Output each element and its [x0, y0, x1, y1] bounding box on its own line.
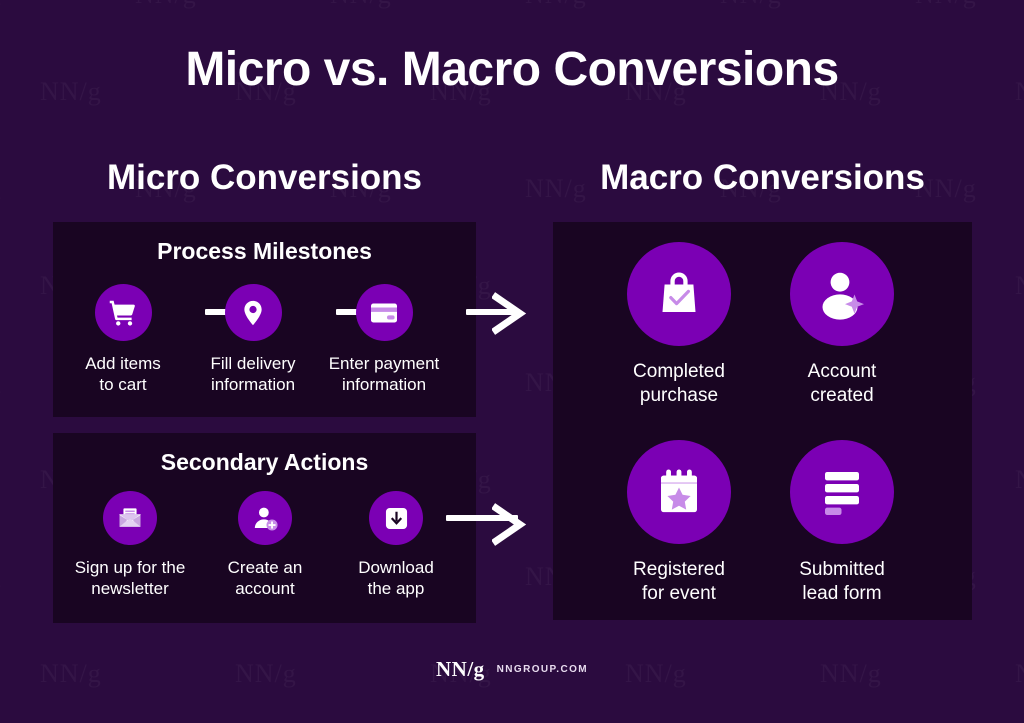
macro-icon-badge — [790, 242, 894, 346]
step-add-items-to-cart: Add items to cart — [58, 284, 188, 396]
macro-icon-badge — [627, 440, 731, 544]
macro-item-submitted-lead-form: Submitted lead form — [757, 440, 927, 607]
step-sign-up-newsletter: Sign up for the newsletter — [65, 491, 195, 600]
user-sparkle-icon — [822, 272, 864, 320]
user-add-icon — [254, 507, 278, 531]
macro-conversions-panel: Completed purchase Account created Regis… — [553, 222, 972, 620]
macro-item-completed-purchase: Completed purchase — [594, 242, 764, 409]
shopping-bag-check-icon — [662, 272, 696, 312]
macro-label: Account created — [807, 361, 877, 407]
macro-icon-badge — [627, 242, 731, 346]
step-icon-badge — [238, 491, 292, 545]
step-label: Add items to cart — [85, 354, 161, 395]
step-icon-badge — [103, 491, 157, 545]
macro-conversions-heading: Macro Conversions — [600, 158, 925, 197]
nng-logo: NN/g — [435, 657, 485, 681]
footer: NN/g NNGROUP.COM — [0, 657, 1024, 682]
step-download-the-app: Download the app — [331, 491, 461, 600]
step-enter-payment-information: Enter payment information — [319, 284, 449, 396]
secondary-flow-arrow-right-icon — [492, 503, 527, 546]
credit-card-icon — [371, 303, 397, 322]
macro-label: Registered for event — [633, 559, 725, 605]
footer-url: NNGROUP.COM — [496, 664, 588, 675]
macro-icon-badge — [790, 440, 894, 544]
macro-label: Completed purchase — [633, 361, 725, 407]
form-submit-icon — [825, 472, 859, 515]
step-label: Create an account — [227, 558, 303, 599]
step-icon-badge — [369, 491, 423, 545]
download-icon — [385, 507, 407, 529]
macro-item-registered-for-event: Registered for event — [594, 440, 764, 607]
infographic-stage: Micro vs. Macro Conversions Micro Conver… — [0, 0, 1024, 723]
envelope-newsletter-icon — [119, 508, 141, 527]
step-icon-badge — [94, 284, 152, 341]
step-label: Fill delivery information — [210, 354, 296, 395]
calendar-star-icon — [661, 469, 697, 513]
step-label: Download the app — [358, 558, 434, 599]
secondary-actions-panel: Secondary Actions Sign up for the newsle… — [53, 433, 518, 623]
process-milestones-title: Process Milestones — [157, 238, 372, 264]
macro-item-account-created: Account created — [757, 242, 927, 409]
step-label: Sign up for the newsletter — [74, 558, 186, 599]
step-create-an-account: Create an account — [200, 491, 330, 600]
step-label: Enter payment information — [328, 354, 440, 395]
step-icon-badge — [355, 284, 413, 341]
step-fill-delivery-information: Fill delivery information — [188, 284, 318, 396]
location-pin-icon — [244, 300, 262, 325]
step-icon-badge — [224, 284, 282, 341]
process-flow-arrow-right-icon — [492, 292, 527, 335]
shopping-cart-icon — [109, 300, 135, 326]
process-milestones-panel: Process Milestones Add items to cart Fil… — [53, 222, 518, 417]
micro-conversions-heading: Micro Conversions — [106, 158, 423, 197]
secondary-actions-title: Secondary Actions — [160, 449, 369, 475]
macro-label: Submitted lead form — [799, 559, 885, 605]
page-title: Micro vs. Macro Conversions — [185, 43, 839, 96]
